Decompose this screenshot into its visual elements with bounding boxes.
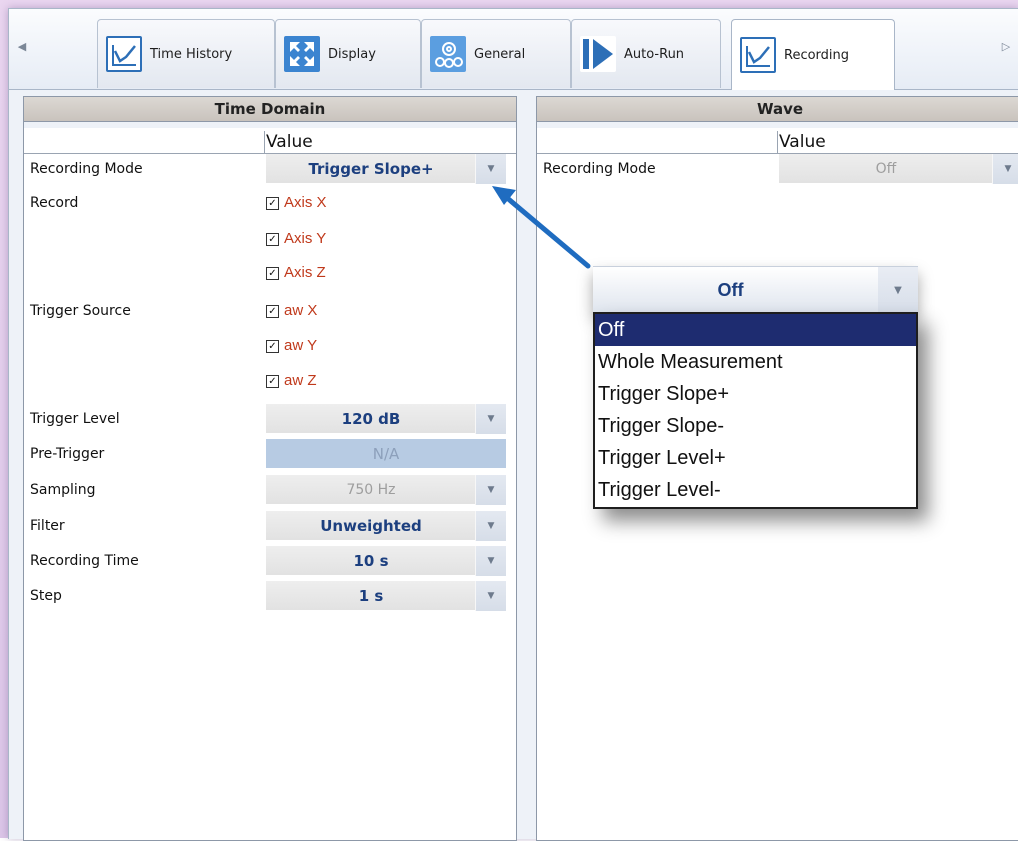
row-label: Recording Mode bbox=[30, 161, 143, 177]
filter-row: Filter Unweighted ▼ bbox=[24, 511, 516, 541]
row-label: Record bbox=[30, 195, 79, 211]
panel-title: Wave bbox=[537, 97, 1018, 122]
chevron-down-icon[interactable]: ▼ bbox=[475, 404, 506, 434]
tab-auto-run[interactable]: Auto-Run bbox=[571, 19, 721, 88]
recording-time-combo[interactable]: 10 s ▼ bbox=[266, 546, 506, 576]
record-axis-x-checkbox[interactable]: ✓ Axis X bbox=[266, 188, 327, 218]
step-combo[interactable]: 1 s ▼ bbox=[266, 581, 506, 611]
chevron-down-icon[interactable]: ▼ bbox=[475, 154, 506, 184]
tab-scroll-right-button[interactable]: ▷ bbox=[999, 39, 1013, 55]
name-column-header bbox=[24, 131, 265, 153]
recording-time-row: Recording Time 10 s ▼ bbox=[24, 546, 516, 576]
field-value: N/A bbox=[372, 445, 400, 463]
tab-scroll-left-button[interactable]: ◀ bbox=[15, 39, 29, 55]
pre-trigger-row: Pre-Trigger N/A bbox=[24, 439, 516, 469]
combo-value: Trigger Slope+ bbox=[308, 160, 434, 178]
sampling-combo: 750 Hz ▼ bbox=[266, 475, 506, 505]
tab-strip: ◀ Time History Display General Auto-Run bbox=[9, 9, 1018, 90]
tab-label: General bbox=[474, 46, 526, 62]
checkbox-label: aw X bbox=[284, 302, 318, 319]
checkbox-label: aw Z bbox=[284, 372, 317, 389]
tab-general[interactable]: General bbox=[421, 19, 571, 88]
checkbox-label: Axis Z bbox=[284, 264, 326, 281]
row-label: Sampling bbox=[30, 482, 96, 498]
trigger-source-aw-y-checkbox[interactable]: ✓ aw Y bbox=[266, 331, 317, 361]
checkbox-checked-icon[interactable]: ✓ bbox=[266, 374, 279, 388]
combo-value: 1 s bbox=[358, 587, 384, 605]
value-column-header: Value bbox=[537, 131, 1018, 154]
dropdown-option-trigger-level-minus[interactable]: Trigger Level- bbox=[595, 474, 916, 506]
chevron-down-icon[interactable]: ▼ bbox=[992, 154, 1018, 184]
combo-value: 750 Hz bbox=[346, 482, 396, 498]
filter-combo[interactable]: Unweighted ▼ bbox=[266, 511, 506, 541]
dropdown-current-value: Off bbox=[717, 280, 744, 300]
combo-value: Off bbox=[875, 161, 897, 177]
tab-label: Time History bbox=[150, 46, 233, 62]
step-row: Step 1 s ▼ bbox=[24, 581, 516, 611]
tab-label: Recording bbox=[784, 47, 850, 63]
value-header-label: Value bbox=[266, 132, 313, 152]
tab-time-history[interactable]: Time History bbox=[97, 19, 275, 88]
checkbox-label: Axis X bbox=[284, 194, 327, 211]
sampling-row: Sampling 750 Hz ▼ bbox=[24, 475, 516, 505]
combo-value: 10 s bbox=[353, 552, 389, 570]
checkbox-checked-icon[interactable]: ✓ bbox=[266, 304, 279, 318]
record-axis-y-checkbox[interactable]: ✓ Axis Y bbox=[266, 224, 326, 254]
name-column-header bbox=[537, 131, 778, 153]
dropdown-option-trigger-slope-plus[interactable]: Trigger Slope+ bbox=[595, 378, 916, 410]
dropdown-option-trigger-level-plus[interactable]: Trigger Level+ bbox=[595, 442, 916, 474]
value-column-header: Value bbox=[24, 131, 516, 154]
play-icon bbox=[580, 36, 616, 72]
tab-recording[interactable]: Recording bbox=[731, 19, 895, 90]
dropdown-option-trigger-slope-minus[interactable]: Trigger Slope- bbox=[595, 410, 916, 442]
trigger-source-aw-x-checkbox[interactable]: ✓ aw X bbox=[266, 296, 317, 326]
chevron-left-icon: ◀ bbox=[17, 40, 27, 53]
combo-value: Unweighted bbox=[320, 517, 422, 535]
checkbox-checked-icon[interactable]: ✓ bbox=[266, 196, 279, 210]
row-label: Recording Time bbox=[30, 553, 139, 569]
dropdown-option-off[interactable]: Off bbox=[595, 314, 916, 346]
checkbox-checked-icon[interactable]: ✓ bbox=[266, 339, 279, 353]
expand-arrows-icon bbox=[284, 36, 320, 72]
chevron-down-icon[interactable]: ▼ bbox=[878, 267, 918, 313]
tab-display[interactable]: Display bbox=[275, 19, 421, 88]
combo-value: 120 dB bbox=[341, 410, 401, 428]
trigger-level-row: Trigger Level 120 dB ▼ bbox=[24, 404, 516, 434]
tab-label: Auto-Run bbox=[624, 46, 685, 62]
row-label: Trigger Level bbox=[30, 411, 120, 427]
value-header-label: Value bbox=[779, 132, 826, 152]
row-label: Filter bbox=[30, 518, 65, 534]
dropdown-header[interactable]: Off ▼ bbox=[593, 266, 918, 313]
chevron-down-icon[interactable]: ▼ bbox=[475, 546, 506, 576]
chevron-down-icon[interactable]: ▼ bbox=[475, 581, 506, 611]
recording-mode-combo[interactable]: Trigger Slope+ ▼ bbox=[266, 154, 506, 184]
row-label: Step bbox=[30, 588, 62, 604]
property-grid: Value Recording Mode Trigger Slope+ ▼ Re… bbox=[24, 122, 516, 840]
gears-icon bbox=[430, 36, 466, 72]
wave-recording-mode-row: Recording Mode Off ▼ bbox=[537, 154, 1018, 184]
panel-title: Time Domain bbox=[24, 97, 516, 122]
row-label: Recording Mode bbox=[543, 161, 656, 177]
chevron-down-icon: ▼ bbox=[475, 475, 506, 505]
checkbox-label: aw Y bbox=[284, 337, 318, 354]
wave-recording-mode-combo[interactable]: Off ▼ bbox=[779, 154, 1018, 184]
checkbox-label: Axis Y bbox=[284, 230, 327, 247]
row-label: Pre-Trigger bbox=[30, 446, 105, 462]
tab-label: Display bbox=[328, 46, 376, 62]
record-axis-z-checkbox[interactable]: ✓ Axis Z bbox=[266, 258, 326, 288]
row-label: Trigger Source bbox=[30, 303, 131, 319]
checkbox-checked-icon[interactable]: ✓ bbox=[266, 232, 279, 246]
line-chart-icon bbox=[106, 36, 142, 72]
chevron-down-icon[interactable]: ▼ bbox=[475, 511, 506, 541]
recording-mode-row: Recording Mode Trigger Slope+ ▼ bbox=[24, 154, 516, 184]
line-chart-icon bbox=[740, 37, 776, 73]
trigger-source-aw-z-checkbox[interactable]: ✓ aw Z bbox=[266, 366, 317, 396]
time-domain-panel: Time Domain Value Recording Mode Trigger… bbox=[23, 96, 517, 841]
dropdown-list: Off Whole Measurement Trigger Slope+ Tri… bbox=[593, 312, 918, 509]
dropdown-option-whole-measurement[interactable]: Whole Measurement bbox=[595, 346, 916, 378]
checkbox-checked-icon[interactable]: ✓ bbox=[266, 266, 279, 280]
trigger-level-combo[interactable]: 120 dB ▼ bbox=[266, 404, 506, 434]
chevron-right-icon: ▷ bbox=[1001, 40, 1011, 53]
pre-trigger-field: N/A bbox=[266, 439, 506, 469]
